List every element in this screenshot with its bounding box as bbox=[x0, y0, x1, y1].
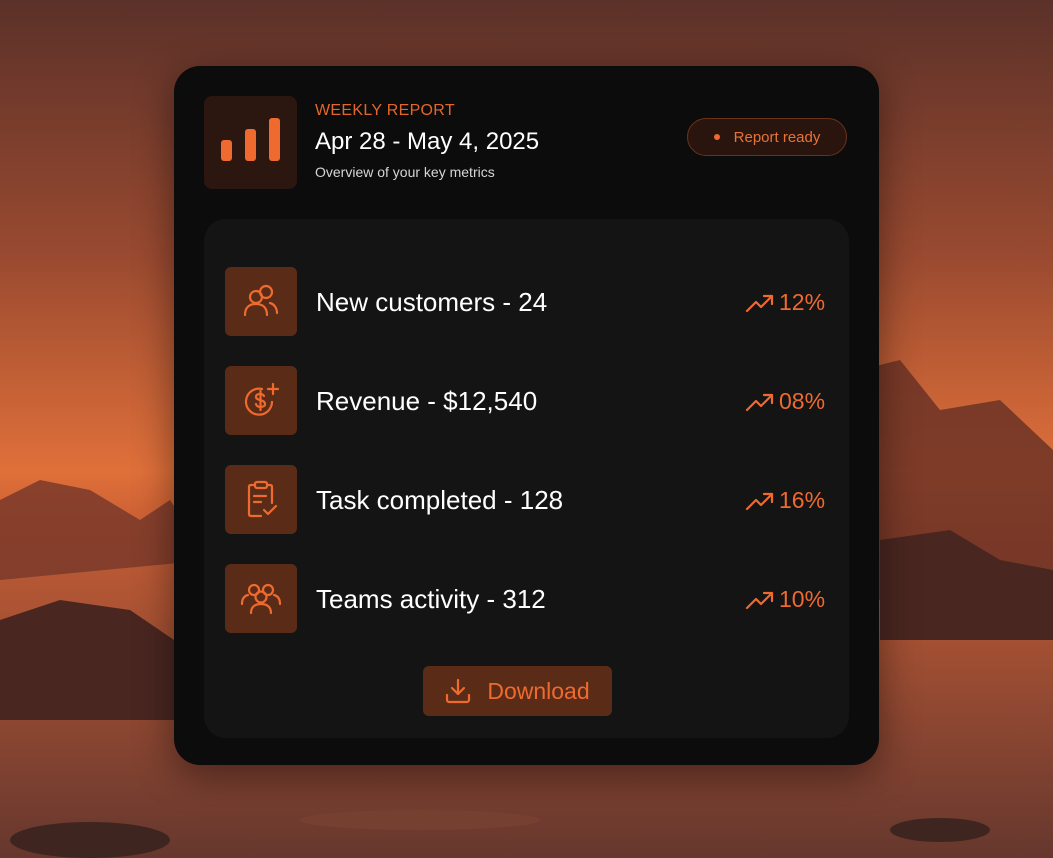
clipboard-check-icon bbox=[225, 465, 297, 534]
trend-up-icon bbox=[745, 393, 774, 411]
status-badge: Report ready bbox=[687, 118, 847, 156]
metric-label: Revenue - $12,540 bbox=[316, 386, 538, 416]
metric-trend: 08% bbox=[745, 388, 825, 415]
metric-row-new-customers: New customers - 24 12% bbox=[225, 267, 829, 336]
metric-row-tasks: Task completed - 128 16% bbox=[225, 465, 829, 534]
metric-change: 08% bbox=[779, 388, 826, 414]
status-dot-icon bbox=[713, 134, 720, 140]
metric-change: 16% bbox=[779, 487, 826, 513]
download-button-label: Download bbox=[487, 677, 590, 704]
metric-row-teams-activity: Teams activity - 312 10% bbox=[225, 564, 829, 633]
users-icon bbox=[225, 267, 297, 336]
trend-up-icon bbox=[745, 591, 774, 609]
download-button[interactable]: Download bbox=[423, 666, 612, 716]
metric-row-revenue: Revenue - $12,540 08% bbox=[225, 366, 829, 435]
metric-label: Task completed - 128 bbox=[316, 485, 564, 515]
metric-trend: 12% bbox=[745, 289, 825, 316]
dollar-plus-icon bbox=[225, 366, 297, 435]
bar-chart-icon bbox=[204, 96, 297, 189]
metric-label: Teams activity - 312 bbox=[316, 584, 546, 614]
download-icon bbox=[446, 678, 471, 704]
metric-change: 12% bbox=[779, 289, 826, 315]
metrics-panel: New customers - 24 12% Revenue - $12,540… bbox=[204, 219, 849, 738]
trend-up-icon bbox=[745, 492, 774, 510]
report-subtitle: Overview of your key metrics bbox=[315, 164, 495, 180]
metric-label: New customers - 24 bbox=[316, 287, 548, 317]
report-date-range: Apr 28 - May 4, 2025 bbox=[315, 128, 540, 155]
report-eyebrow: WEEKLY REPORT bbox=[315, 102, 455, 119]
status-badge-label: Report ready bbox=[733, 128, 821, 146]
weekly-report-card: WEEKLY REPORT Apr 28 - May 4, 2025 Overv… bbox=[174, 66, 879, 765]
trend-up-icon bbox=[745, 294, 774, 312]
metric-change: 10% bbox=[779, 586, 826, 612]
metric-trend: 16% bbox=[745, 487, 825, 514]
team-icon bbox=[225, 564, 297, 633]
metric-trend: 10% bbox=[745, 586, 825, 613]
